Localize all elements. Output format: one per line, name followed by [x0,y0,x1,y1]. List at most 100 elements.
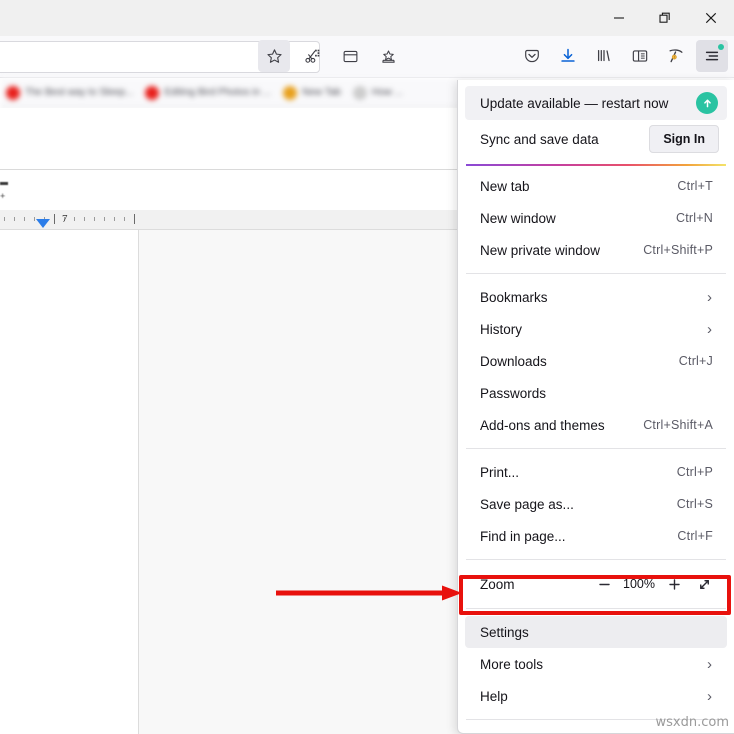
app-menu-icon[interactable] [696,40,728,72]
menu-item-history[interactable]: History › [465,313,727,345]
reader-view-icon[interactable] [334,40,366,72]
ruler-tick [54,214,55,224]
menu-item-label: Passwords [480,385,547,401]
menu-item-bookmarks[interactable]: Bookmarks › [465,281,727,313]
menu-item-label: Save page as... [480,496,574,512]
menu-item-shortcut: Ctrl+J [678,354,713,368]
ruler-tick [114,217,115,221]
menu-item-label: New private window [480,242,601,258]
menu-item-save-page-as[interactable]: Save page as... Ctrl+S [465,488,727,520]
ruler-tick [84,217,85,221]
extension-pickaxe-icon[interactable]: ! [660,40,692,72]
menu-item-more-tools[interactable]: More tools › [465,648,727,680]
arrow-up-circle-icon [696,92,718,114]
close-icon[interactable] [688,0,734,36]
update-indicator-dot [718,44,724,50]
ruler-ticks [0,210,140,230]
fullscreen-icon[interactable] [691,571,717,597]
zoom-in-button[interactable] [661,571,687,597]
title-bar [0,0,734,36]
ruler-tick [34,217,35,221]
menu-item-downloads[interactable]: Downloads Ctrl+J [465,345,727,377]
menu-item-label: Add-ons and themes [480,417,605,433]
menu-item-label: Find in page... [480,528,566,544]
zoom-level-value: 100% [623,577,655,591]
menu-item-label: New tab [480,178,530,194]
page-menu-region [0,170,460,210]
pocket-icon[interactable] [516,40,548,72]
sign-in-button[interactable]: Sign In [649,125,719,153]
bookmark-item[interactable]: The Best way to Sleep... [6,85,134,100]
ruler-tick [124,217,125,221]
ruler-tick [94,217,95,221]
bookmark-item[interactable]: Editing Bird Photos in ... [145,85,272,100]
page-toolbar-region [0,108,460,170]
menu-item-shortcut: Ctrl+F [677,529,713,543]
menu-item-label: History [480,321,523,337]
menu-item-shortcut: Ctrl+Shift+P [643,243,713,257]
menu-item-new-tab[interactable]: New tab Ctrl+T [465,170,727,202]
menu-item-shortcut: Ctrl+Shift+A [643,418,713,432]
toolbar-right-icons: ! [516,40,728,72]
pointer-arrow [274,583,464,603]
downloads-icon[interactable] [552,40,584,72]
menu-item-shortcut: Ctrl+P [676,465,713,479]
update-label: Update available — restart now [480,95,669,111]
addressbar-action-icons [258,40,404,72]
window-controls [596,0,734,36]
bookmark-label: Editing Bird Photos in ... [164,87,272,98]
watermark: wsxdn.com [655,715,730,730]
sidebars-icon[interactable] [624,40,656,72]
menu-item-shortcut: Ctrl+N [676,211,713,225]
menu-item-shortcut: Ctrl+S [676,497,713,511]
screenshot-scissors-icon[interactable] [296,40,328,72]
separator [466,448,726,449]
bookmark-star-icon[interactable] [258,40,290,72]
menu-bottom-items: Settings More tools › Help › [458,616,734,712]
favicon-icon [145,85,160,100]
sync-label: Sync and save data [480,131,599,147]
library-icon[interactable] [588,40,620,72]
menu-item-print[interactable]: Print... Ctrl+P [465,456,727,488]
indent-marker[interactable] [36,219,50,228]
separator [466,273,726,274]
document-background [138,230,460,734]
bookmark-item[interactable]: New Tab [283,85,341,100]
menu-item-new-window[interactable]: New window Ctrl+N [465,202,727,234]
ruler-tick [4,217,5,221]
ruler-tick [24,217,25,221]
bookmark-label: The Best way to Sleep... [25,87,134,98]
gradient-separator [466,164,726,166]
bookmark-label: How ... [371,87,403,98]
svg-text:!: ! [674,55,675,59]
favicon-icon [283,85,298,100]
menu-item-shortcut: Ctrl+T [677,179,713,193]
chevron-right-icon: › [707,288,712,306]
menu-item-addons-and-themes[interactable]: Add-ons and themes Ctrl+Shift+A [465,409,727,441]
chevron-right-icon: › [707,655,712,673]
zoom-out-button[interactable] [591,571,617,597]
save-to-pocket-star-icon[interactable] [372,40,404,72]
zoom-label: Zoom [480,576,515,592]
menu-item-passwords[interactable]: Passwords [465,377,727,409]
menu-item-label: Help [480,688,508,704]
bookmark-item[interactable]: How ... [352,85,403,100]
ruler-tick [14,217,15,221]
ruler-tick [134,214,135,224]
navigation-toolbar: ! [0,36,734,78]
menu-item-update-available[interactable]: Update available — restart now [465,86,727,120]
restore-icon[interactable] [642,0,688,36]
zoom-controls: 100% [591,571,717,597]
browser-window: ! The Best way to Sleep... Editing Bird P… [0,0,734,734]
menu-item-sync-and-save[interactable]: Sync and save data Sign In [465,120,727,158]
menu-item-help[interactable]: Help › [465,680,727,712]
chevron-right-icon: › [707,320,712,338]
favicon-icon [352,85,367,100]
minimize-icon[interactable] [596,0,642,36]
page-edge-marks: + [0,180,12,204]
separator [466,559,726,560]
separator [466,608,726,609]
menu-item-settings[interactable]: Settings [465,616,727,648]
menu-item-find-in-page[interactable]: Find in page... Ctrl+F [465,520,727,552]
menu-item-new-private-window[interactable]: New private window Ctrl+Shift+P [465,234,727,266]
